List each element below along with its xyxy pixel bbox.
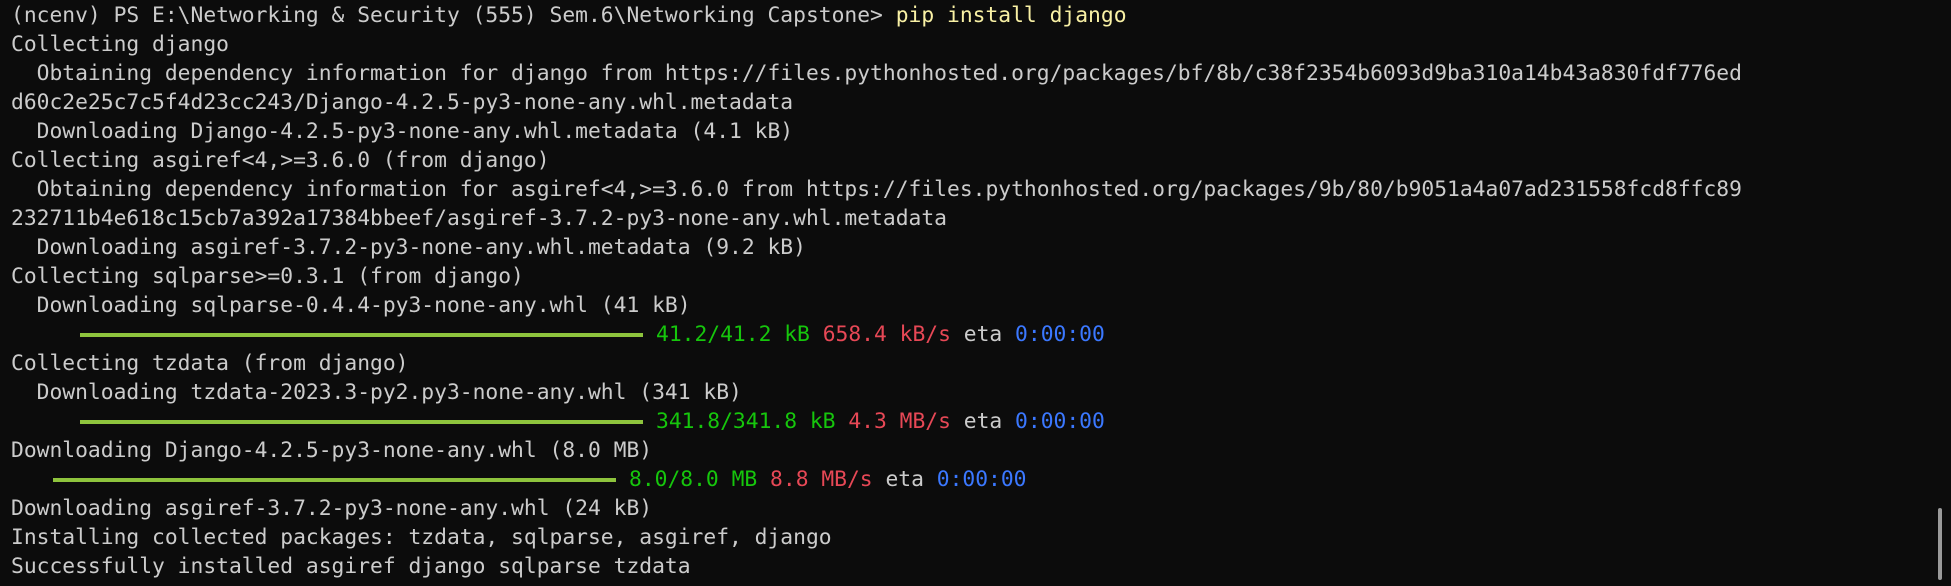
output-line: Downloading tzdata-2023.3-py2.py3-none-a… xyxy=(11,380,742,405)
progress-track xyxy=(11,320,656,349)
output-line: Downloading asgiref-3.7.2-py3-none-any.w… xyxy=(11,235,806,260)
progress-speed: 8.8 MB/s xyxy=(770,467,873,492)
progress-eta-label: eta xyxy=(963,409,1003,434)
output-line: d60c2e25c7c5f4d23cc243/Django-4.2.5-py3-… xyxy=(11,90,794,115)
terminal-window[interactable]: (ncenv) PS E:\Networking & Security (555… xyxy=(0,0,1951,586)
output-line: Obtaining dependency information for dja… xyxy=(11,61,1742,86)
output-line: Collecting tzdata (from django) xyxy=(11,351,409,376)
output-line: Obtaining dependency information for asg… xyxy=(11,177,1742,202)
progress-bar xyxy=(80,333,643,337)
output-line: Downloading Django-4.2.5-py3-none-any.wh… xyxy=(11,438,653,463)
output-line: Downloading asgiref-3.7.2-py3-none-any.w… xyxy=(11,496,653,521)
output-line: Downloading Django-4.2.5-py3-none-any.wh… xyxy=(11,119,794,144)
progress-line: 8.0/8.0 MB 8.8 MB/s eta 0:00:00 xyxy=(11,465,1951,494)
output-line: Collecting sqlparse>=0.3.1 (from django) xyxy=(11,264,524,289)
prompt-line: (ncenv) PS E:\Networking & Security (555… xyxy=(11,1,1951,30)
output-line: Collecting django xyxy=(11,32,229,57)
progress-bar xyxy=(80,420,643,424)
progress-line: 341.8/341.8 kB 4.3 MB/s eta 0:00:00 xyxy=(11,407,1951,436)
vertical-scrollbar[interactable] xyxy=(1938,508,1942,580)
output-line: 232711b4e618c15cb7a392a17384bbeef/asgire… xyxy=(11,206,947,231)
progress-eta: 0:00:00 xyxy=(1015,322,1105,347)
progress-bar xyxy=(53,478,616,482)
progress-eta: 0:00:00 xyxy=(1015,409,1105,434)
progress-size: 341.8/341.8 kB xyxy=(656,409,836,434)
output-line: Collecting asgiref<4,>=3.6.0 (from djang… xyxy=(11,148,550,173)
output-line: Successfully installed asgiref django sq… xyxy=(11,554,691,579)
progress-eta: 0:00:00 xyxy=(936,467,1027,492)
prompt: (ncenv) PS E:\Networking & Security (555… xyxy=(11,3,896,28)
progress-track xyxy=(11,407,656,436)
progress-speed: 658.4 kB/s xyxy=(822,322,951,347)
progress-track xyxy=(11,465,629,494)
output-line: Downloading sqlparse-0.4.4-py3-none-any.… xyxy=(11,293,691,318)
progress-speed: 4.3 MB/s xyxy=(848,409,951,434)
command: pip install django xyxy=(895,3,1127,28)
progress-line: 41.2/41.2 kB 658.4 kB/s eta 0:00:00 xyxy=(11,320,1951,349)
progress-size: 8.0/8.0 MB xyxy=(629,467,758,492)
output-line: Installing collected packages: tzdata, s… xyxy=(11,525,832,550)
progress-eta-label: eta xyxy=(963,322,1003,347)
progress-eta-label: eta xyxy=(885,467,924,492)
progress-size: 41.2/41.2 kB xyxy=(656,322,810,347)
